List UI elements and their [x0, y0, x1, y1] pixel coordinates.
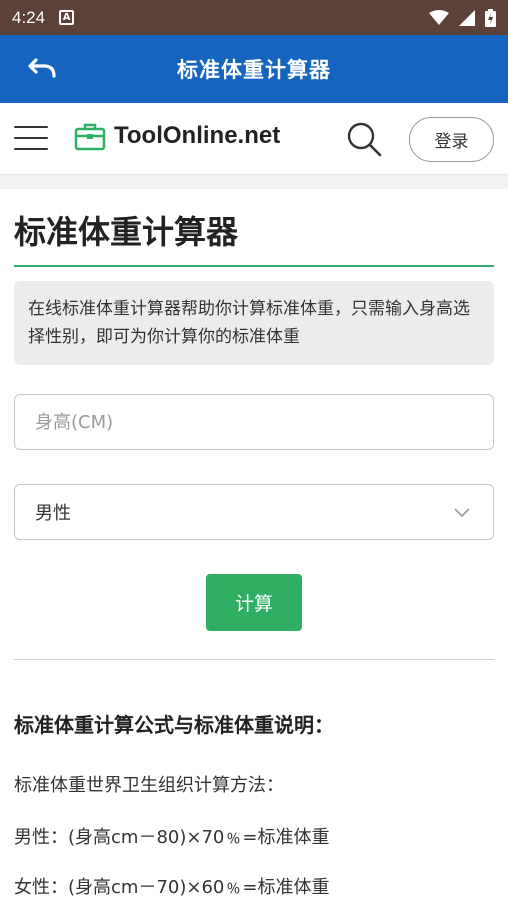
- login-button[interactable]: 登录: [409, 117, 494, 162]
- formula-intro: 标准体重世界卫生组织计算方法：: [14, 775, 284, 796]
- site-logo[interactable]: ToolOnline.net: [74, 121, 280, 151]
- menu-icon[interactable]: [14, 126, 48, 152]
- signal-icon: [459, 9, 475, 26]
- undo-arrow-icon: [28, 58, 56, 78]
- formula-male: 男性：(身高cm－80)×70﹪=标准体重: [14, 827, 330, 848]
- toolbox-icon: [74, 123, 106, 151]
- formula-female: 女性：(身高cm－70)×60﹪=标准体重: [14, 877, 330, 898]
- page-title: 标准体重计算器: [14, 213, 239, 251]
- wifi-icon: [429, 9, 449, 25]
- calculate-button[interactable]: 计算: [206, 574, 302, 631]
- gender-select[interactable]: 男性: [14, 484, 494, 540]
- section-title: 标准体重计算公式与标准体重说明：: [14, 713, 334, 737]
- site-header: ToolOnline.net 登录: [0, 103, 508, 175]
- app-bar: 标准体重计算器: [0, 35, 508, 103]
- gender-selected-value: 男性: [35, 503, 71, 524]
- app-title: 标准体重计算器: [177, 58, 331, 82]
- height-input[interactable]: [14, 394, 494, 450]
- status-bar: 4:24 A: [0, 0, 508, 35]
- title-underline: [14, 265, 494, 267]
- divider: [14, 659, 494, 660]
- status-time: 4:24: [12, 7, 46, 27]
- notification-icon: A: [59, 10, 75, 25]
- battery-icon: [485, 8, 496, 27]
- status-icons: [429, 8, 496, 27]
- search-icon: [347, 122, 382, 157]
- header-gap: [0, 175, 508, 189]
- logo-text: ToolOnline.net: [114, 122, 281, 149]
- description-box: 在线标准体重计算器帮助你计算标准体重，只需输入身高选择性别，即可为你计算你的标准…: [14, 281, 494, 365]
- chevron-down-icon: [454, 508, 470, 518]
- search-button[interactable]: [346, 121, 382, 157]
- back-button[interactable]: [24, 53, 60, 85]
